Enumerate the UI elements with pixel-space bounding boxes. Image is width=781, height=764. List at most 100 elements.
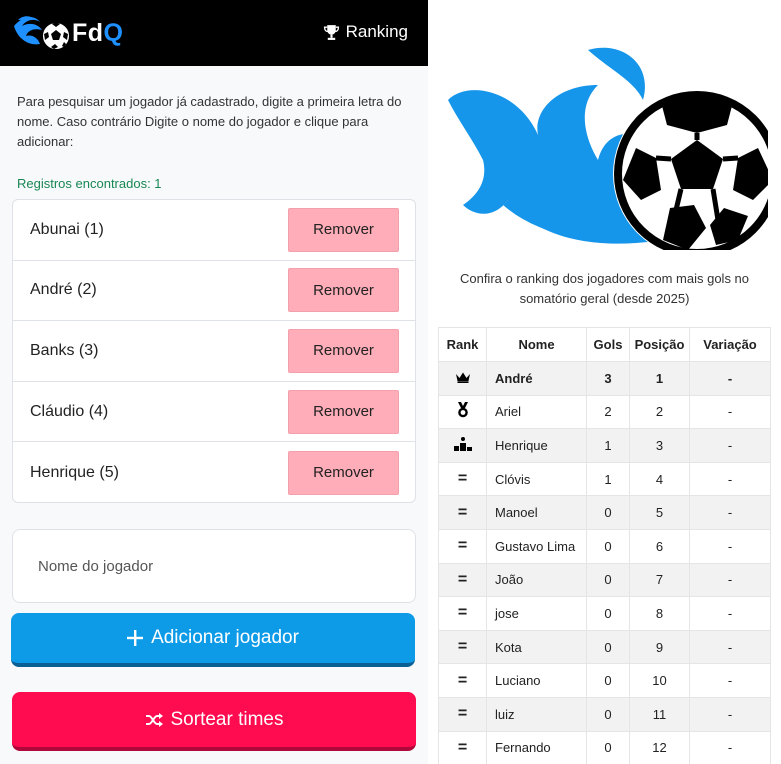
table-row: Henrique 1 3 - xyxy=(438,428,771,463)
rank-position: 5 xyxy=(629,495,690,530)
rank-name: Clóvis xyxy=(486,461,587,497)
col-name: Nome xyxy=(486,327,587,362)
trophy-icon xyxy=(323,24,339,40)
rank-variation: - xyxy=(689,495,771,530)
rank-position: 12 xyxy=(629,730,690,764)
table-row: = Gustavo Lima 0 6 - xyxy=(438,528,771,564)
rank-variation: - xyxy=(689,562,771,598)
rank-goals: 0 xyxy=(586,696,630,732)
rank-position: 6 xyxy=(629,528,690,564)
player-name: Cláudio (4) xyxy=(30,402,109,420)
rank-goals: 0 xyxy=(586,495,630,530)
ranking-nav-link[interactable]: Ranking xyxy=(323,22,408,42)
crown-icon xyxy=(438,361,487,396)
table-row: Ariel 2 2 - xyxy=(438,394,771,430)
player-list: Abunai (1) Remover André (2) Remover Ban… xyxy=(12,199,416,503)
left-panel: FdQ Ranking Para pesquisar um jogador já… xyxy=(0,0,428,764)
rank-name: Henrique xyxy=(486,428,587,463)
rank-name: jose xyxy=(486,596,587,631)
rank-goals: 1 xyxy=(586,428,630,463)
remove-button[interactable]: Remover xyxy=(288,207,399,252)
rank-variation: - xyxy=(689,361,771,396)
rank-name: Kota xyxy=(486,629,587,665)
rank-name: Ariel xyxy=(486,394,587,430)
rank-variation: - xyxy=(689,428,771,463)
rank-variation: - xyxy=(689,596,771,631)
table-row: = luiz 0 11 - xyxy=(438,696,771,732)
player-name-input[interactable] xyxy=(12,529,416,603)
rank-name: João xyxy=(486,562,587,598)
remove-button[interactable]: Remover xyxy=(288,328,399,373)
rank-goals: 2 xyxy=(586,394,630,430)
table-row: = Luciano 0 10 - xyxy=(438,663,771,698)
col-rank: Rank xyxy=(438,327,487,362)
rank-variation: - xyxy=(689,461,771,497)
table-row: André 3 1 - xyxy=(438,361,771,396)
list-item: André (2) Remover xyxy=(13,261,415,322)
rank-name: Luciano xyxy=(486,663,587,698)
remove-button[interactable]: Remover xyxy=(288,389,399,434)
rank-variation: - xyxy=(689,696,771,732)
shuffle-icon xyxy=(145,712,163,727)
rank-variation: - xyxy=(689,394,771,430)
rank-position: 10 xyxy=(629,663,690,698)
table-row: = Manoel 0 5 - xyxy=(438,495,771,530)
table-row: = Kota 0 9 - xyxy=(438,629,771,665)
player-name: André (2) xyxy=(30,281,97,299)
table-header-row: Rank Nome Gols Posição Variação xyxy=(438,327,771,362)
table-row: = Fernando 0 12 - xyxy=(438,730,771,764)
ranking-caption: Confira o ranking dos jogadores com mais… xyxy=(459,271,750,306)
rank-position: 11 xyxy=(629,696,690,732)
brand-logo[interactable]: FdQ xyxy=(12,12,124,54)
list-item: Banks (3) Remover xyxy=(13,321,415,382)
add-player-label: Adicionar jogador xyxy=(151,627,299,648)
list-item: Henrique (5) Remover xyxy=(13,442,415,502)
remove-button[interactable]: Remover xyxy=(288,450,399,495)
player-name: Abunai (1) xyxy=(30,220,104,238)
ranking-table: Rank Nome Gols Posição Variação André 3 … xyxy=(438,327,771,764)
equals-icon: = xyxy=(438,495,487,530)
col-position: Posição xyxy=(629,327,690,362)
rank-goals: 1 xyxy=(586,461,630,497)
player-name: Banks (3) xyxy=(30,341,99,359)
ranking-label: Ranking xyxy=(345,22,408,41)
equals-icon: = xyxy=(438,461,487,497)
rank-variation: - xyxy=(689,528,771,564)
flaming-ball-logo xyxy=(448,47,768,250)
equals-icon: = xyxy=(438,629,487,665)
table-row: = Clóvis 1 4 - xyxy=(438,461,771,497)
search-help-text: Para pesquisar um jogador já cadastrado,… xyxy=(17,94,402,149)
draw-teams-button[interactable]: Sortear times xyxy=(12,692,416,751)
list-item: Cláudio (4) Remover xyxy=(13,382,415,443)
top-navbar: FdQ Ranking xyxy=(0,0,428,66)
plus-icon xyxy=(127,630,144,646)
rank-goals: 0 xyxy=(586,730,630,764)
col-variation: Variação xyxy=(689,327,771,362)
rank-name: luiz xyxy=(486,696,587,732)
equals-icon: = xyxy=(438,730,487,764)
equals-icon: = xyxy=(438,596,487,631)
rank-position: 8 xyxy=(629,596,690,631)
podium-icon xyxy=(438,428,487,463)
rank-goals: 0 xyxy=(586,528,630,564)
rank-goals: 3 xyxy=(586,361,630,396)
rank-variation: - xyxy=(689,629,771,665)
rank-position: 3 xyxy=(629,428,690,463)
remove-button[interactable]: Remover xyxy=(288,268,399,313)
rank-name: Fernando xyxy=(486,730,587,764)
rank-position: 1 xyxy=(629,361,690,396)
rank-position: 4 xyxy=(629,461,690,497)
col-goals: Gols xyxy=(586,327,630,362)
equals-icon: = xyxy=(438,696,487,732)
list-item: Abunai (1) Remover xyxy=(13,200,415,261)
table-row: = João 0 7 - xyxy=(438,562,771,598)
add-player-button[interactable]: Adicionar jogador xyxy=(11,613,415,667)
equals-icon: = xyxy=(438,663,487,698)
rank-position: 9 xyxy=(629,629,690,665)
rank-name: André xyxy=(486,361,587,396)
rank-position: 7 xyxy=(629,562,690,598)
rank-goals: 0 xyxy=(586,596,630,631)
flaming-ball-icon xyxy=(14,16,70,51)
rank-variation: - xyxy=(689,663,771,698)
ranking-panel: Confira o ranking dos jogadores com mais… xyxy=(428,0,781,764)
